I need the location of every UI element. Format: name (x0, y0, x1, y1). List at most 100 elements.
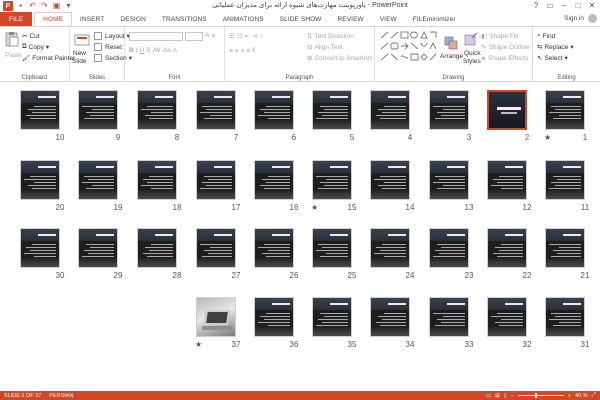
bullets-icon[interactable]: ☰ (229, 32, 235, 40)
close-icon[interactable]: ✕ (586, 0, 598, 11)
zoom-in-icon[interactable]: + (568, 393, 571, 399)
decrease-indent-icon[interactable]: ⇤ (245, 32, 250, 40)
slide-thumbnail[interactable] (20, 160, 60, 200)
font-color-icon[interactable]: A (173, 47, 177, 54)
reset-button[interactable]: Reset (94, 43, 122, 51)
slide-thumbnail[interactable] (137, 228, 177, 268)
slide-thumbnail[interactable] (196, 297, 236, 337)
select-button[interactable]: ↖ Select ▾ (537, 54, 568, 63)
tab-home[interactable]: HOME (34, 12, 73, 26)
tab-animations[interactable]: ANIMATIONS (215, 12, 272, 26)
reading-view-icon[interactable]: ▯ (504, 393, 507, 399)
slide-thumbnail[interactable] (78, 90, 118, 130)
font-name-combo[interactable] (129, 32, 183, 41)
slide-thumbnail[interactable] (370, 160, 410, 200)
slide-thumbnail[interactable] (487, 297, 527, 337)
slide-thumbnail[interactable] (78, 160, 118, 200)
slide-thumbnail[interactable] (545, 160, 585, 200)
slide-thumbnail[interactable] (312, 297, 352, 337)
copy-button[interactable]: ⧉ Copy ▾ (22, 43, 49, 51)
zoom-slider[interactable] (517, 393, 564, 398)
shapes-gallery[interactable] (379, 30, 439, 66)
slide-thumbnail[interactable] (196, 160, 236, 200)
slide-thumbnail[interactable] (545, 228, 585, 268)
slide-thumbnail[interactable] (545, 297, 585, 337)
shape-effects-button[interactable]: ◈ Shape Effects (481, 54, 528, 63)
fit-to-window-icon[interactable]: ⤢ (592, 392, 596, 399)
slide-thumbnail[interactable] (20, 90, 60, 130)
slide-thumbnail[interactable] (429, 90, 469, 130)
slide-thumbnail[interactable] (254, 90, 294, 130)
slide-thumbnail[interactable] (78, 228, 118, 268)
slide-transition-star-icon[interactable]: ★ (195, 340, 202, 349)
tab-insert[interactable]: INSERT (72, 12, 112, 26)
italic-icon[interactable]: I (136, 47, 138, 54)
minimize-icon[interactable]: – (558, 0, 570, 11)
line-spacing-icon[interactable]: ↕ (260, 33, 263, 40)
slide-thumbnail[interactable] (487, 228, 527, 268)
tab-file[interactable]: FILE (0, 12, 33, 26)
tab-fileminimizer[interactable]: FILEminimizer (405, 12, 464, 26)
sign-in-link[interactable]: Sign in (564, 15, 584, 22)
slide-thumbnail[interactable] (312, 228, 352, 268)
slide-thumbnail[interactable] (370, 228, 410, 268)
slide-thumbnail[interactable] (545, 90, 585, 130)
align-text-button[interactable]: ⊟ Align Text (307, 43, 343, 52)
slide-thumbnail[interactable] (196, 90, 236, 130)
slide-thumbnail[interactable] (137, 160, 177, 200)
slide-thumbnail[interactable] (429, 160, 469, 200)
change-case-icon[interactable]: Aa (163, 47, 171, 54)
slide-thumbnail[interactable] (370, 90, 410, 130)
align-right-icon[interactable]: ≡ (241, 48, 245, 55)
replace-button[interactable]: ⇆ Replace ▾ (537, 43, 574, 52)
quick-styles-button[interactable]: Quick (464, 50, 481, 57)
slide-transition-star-icon[interactable]: ★ (311, 203, 318, 212)
quick-styles-icon[interactable] (463, 32, 479, 48)
language-indicator[interactable]: PERSIAN (45, 393, 77, 399)
tab-review[interactable]: REVIEW (330, 12, 372, 26)
strikethrough-icon[interactable]: S (146, 47, 150, 54)
quick-styles-button-label2[interactable]: Styles (463, 58, 481, 65)
shape-fill-button[interactable]: ◧ Shape Fill (481, 32, 518, 41)
slide-thumbnail[interactable] (137, 90, 177, 130)
new-slide-icon[interactable] (74, 32, 90, 48)
slide-thumbnail[interactable] (254, 228, 294, 268)
new-slide-button-label2[interactable]: Slide (72, 58, 86, 65)
customize-icon[interactable]: ▾ (64, 2, 73, 11)
paste-button[interactable]: Paste (5, 52, 22, 59)
cut-button[interactable]: ✂ Cut (22, 32, 40, 41)
slide-thumbnail[interactable] (254, 160, 294, 200)
find-button[interactable]: ⌕ Find (537, 32, 555, 40)
bold-icon[interactable]: B (129, 47, 134, 54)
zoom-slider-thumb[interactable] (535, 393, 538, 398)
slide-thumbnail[interactable] (20, 228, 60, 268)
underline-icon[interactable]: U (140, 47, 145, 54)
font-size-combo[interactable] (185, 32, 203, 41)
slide-thumbnail[interactable] (196, 228, 236, 268)
convert-smartart-button[interactable]: ⊞ Convert to SmartArt (307, 54, 372, 63)
slide-thumbnail[interactable] (254, 297, 294, 337)
maximize-icon[interactable]: □ (572, 0, 584, 11)
align-center-icon[interactable]: ≡ (235, 48, 239, 55)
shape-outline-button[interactable]: ✎ Shape Outline (481, 43, 530, 52)
format-painter-button[interactable]: 🖌 Format Painter (22, 54, 75, 63)
slide-thumbnail[interactable] (312, 160, 352, 200)
avatar[interactable] (588, 14, 597, 23)
zoom-out-icon[interactable]: – (511, 393, 514, 399)
text-direction-button[interactable]: ⇅ Text Direction (307, 32, 354, 41)
slide-sorter-view-icon[interactable]: ⊞ (495, 393, 500, 399)
undo-icon[interactable]: ↶ (28, 2, 37, 11)
slide-transition-star-icon[interactable]: ★ (544, 133, 551, 142)
redo-icon[interactable]: ↷ (40, 2, 49, 11)
new-slide-button[interactable]: New (73, 50, 86, 57)
arrange-button[interactable]: Arrange (440, 53, 463, 60)
tab-view[interactable]: VIEW (372, 12, 405, 26)
tab-design[interactable]: DESIGN (112, 12, 154, 26)
normal-view-icon[interactable]: ▭ (486, 393, 491, 399)
columns-icon[interactable]: ⫴ (252, 47, 255, 55)
slide-thumbnail[interactable] (487, 90, 527, 130)
slide-thumbnail[interactable] (487, 160, 527, 200)
ribbon-display-icon[interactable]: ▭ (544, 0, 556, 11)
slide-thumbnail[interactable] (312, 90, 352, 130)
zoom-level[interactable]: 40 % (575, 393, 588, 399)
